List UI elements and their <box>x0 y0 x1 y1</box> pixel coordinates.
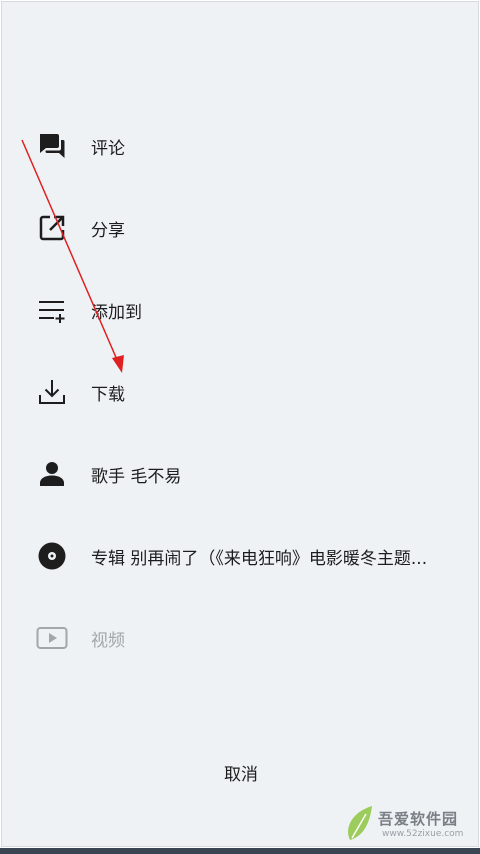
menu-item-artist[interactable]: 歌手 毛不易 <box>2 442 480 506</box>
menu-item-video[interactable]: 视频 <box>2 606 480 670</box>
cancel-button[interactable]: 取消 <box>2 742 480 802</box>
bottom-bar <box>0 848 480 854</box>
album-disc-icon <box>35 539 69 573</box>
watermark-logo: 吾爱软件园 www.52zixue.com <box>342 800 472 844</box>
download-icon <box>35 375 69 409</box>
menu-item-download[interactable]: 下载 <box>2 360 480 424</box>
menu-item-label: 视频 <box>91 630 125 651</box>
artist-icon <box>35 457 69 491</box>
menu-item-label: 下载 <box>91 384 125 405</box>
watermark-title: 吾爱软件园 <box>378 810 459 828</box>
watermark-url: www.52zixue.com <box>382 829 464 839</box>
menu-item-label: 评论 <box>91 138 125 159</box>
menu-item-comment[interactable]: 评论 <box>2 114 480 178</box>
share-icon <box>35 211 69 245</box>
video-play-icon <box>35 621 69 655</box>
menu-item-album[interactable]: 专辑 别再闹了（《来电狂响》电影暖冬主题... <box>2 524 480 588</box>
add-to-playlist-icon <box>35 293 69 327</box>
menu-item-label: 分享 <box>91 220 125 241</box>
comment-icon <box>35 129 69 163</box>
menu-item-label: 歌手 毛不易 <box>91 466 182 487</box>
menu-item-share[interactable]: 分享 <box>2 196 480 260</box>
menu-item-label: 添加到 <box>91 302 142 323</box>
action-sheet: 评论 分享 添加到 下载 歌手 毛不易 专辑 别再闹了（《来电狂响》电影暖冬主题… <box>1 1 479 847</box>
menu-item-label: 专辑 别再闹了（《来电狂响》电影暖冬主题... <box>91 548 428 569</box>
menu-item-add-to[interactable]: 添加到 <box>2 278 480 342</box>
